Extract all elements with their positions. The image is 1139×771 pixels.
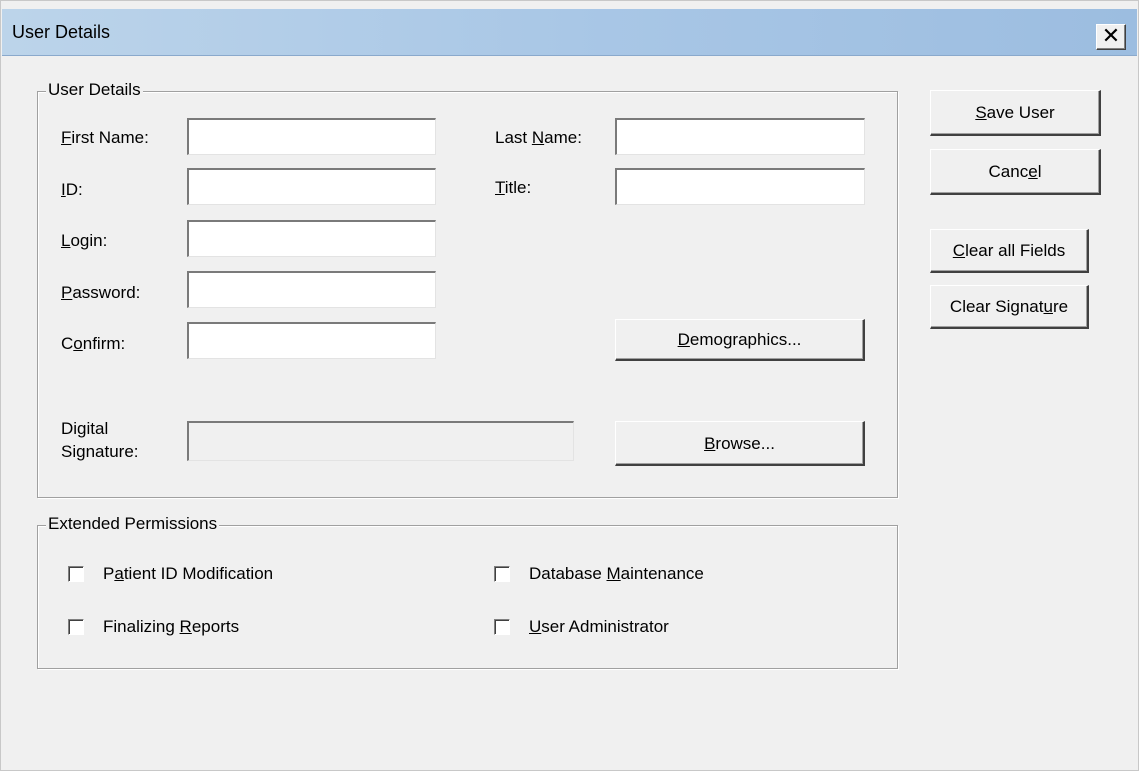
close-button[interactable]: ✕ bbox=[1096, 24, 1126, 50]
title-bar[interactable]: User Details ✕ bbox=[2, 9, 1137, 56]
user-administrator-label: User Administrator bbox=[529, 617, 669, 636]
digital-signature-label: Digital Signature: bbox=[61, 419, 139, 461]
database-maintenance-label: Database Maintenance bbox=[529, 564, 704, 583]
login-input[interactable] bbox=[187, 220, 436, 257]
patient-id-modification-checkbox[interactable] bbox=[68, 566, 84, 582]
patient-id-modification-label: Patient ID Modification bbox=[103, 564, 274, 583]
browse-button[interactable]: Browse... bbox=[615, 421, 865, 466]
login-label: Login: bbox=[61, 231, 108, 250]
first-name-label: First Name: bbox=[61, 128, 149, 147]
first-name-input[interactable] bbox=[187, 118, 436, 155]
last-name-label: Last Name: bbox=[495, 128, 582, 147]
confirm-label: Confirm: bbox=[61, 334, 126, 353]
finalizing-reports-checkbox[interactable] bbox=[68, 619, 84, 635]
demographics-button[interactable]: Demographics... bbox=[615, 319, 865, 361]
last-name-input[interactable] bbox=[615, 118, 865, 155]
title-input[interactable] bbox=[615, 168, 865, 205]
close-icon: ✕ bbox=[1101, 23, 1121, 48]
user-administrator-option[interactable]: User Administrator bbox=[494, 617, 669, 637]
id-label: ID: bbox=[61, 180, 83, 199]
user-details-dialog: User Details ✕ User Details First Name: … bbox=[0, 0, 1139, 771]
database-maintenance-option[interactable]: Database Maintenance bbox=[494, 564, 704, 584]
title-label: Title: bbox=[495, 178, 532, 197]
patient-id-modification-option[interactable]: Patient ID Modification bbox=[68, 564, 273, 584]
clear-signature-button[interactable]: Clear Signature bbox=[930, 285, 1089, 329]
extended-permissions-group: Extended Permissions bbox=[37, 514, 898, 669]
finalizing-reports-option[interactable]: Finalizing Reports bbox=[68, 617, 239, 637]
password-label: Password: bbox=[61, 283, 141, 302]
digital-signature-path-field bbox=[187, 421, 574, 461]
password-input[interactable] bbox=[187, 271, 436, 308]
confirm-password-input[interactable] bbox=[187, 322, 436, 359]
cancel-button[interactable]: Cancel bbox=[930, 149, 1101, 195]
extended-permissions-group-legend: Extended Permissions bbox=[46, 514, 220, 534]
user-administrator-checkbox[interactable] bbox=[494, 619, 510, 635]
user-details-group-legend: User Details bbox=[46, 80, 143, 100]
database-maintenance-checkbox[interactable] bbox=[494, 566, 510, 582]
finalizing-reports-label: Finalizing Reports bbox=[103, 617, 240, 636]
window-title: User Details bbox=[12, 22, 111, 42]
id-input[interactable] bbox=[187, 168, 436, 205]
clear-all-fields-button[interactable]: Clear all Fields bbox=[930, 229, 1089, 273]
save-user-button[interactable]: Save User bbox=[930, 90, 1101, 136]
